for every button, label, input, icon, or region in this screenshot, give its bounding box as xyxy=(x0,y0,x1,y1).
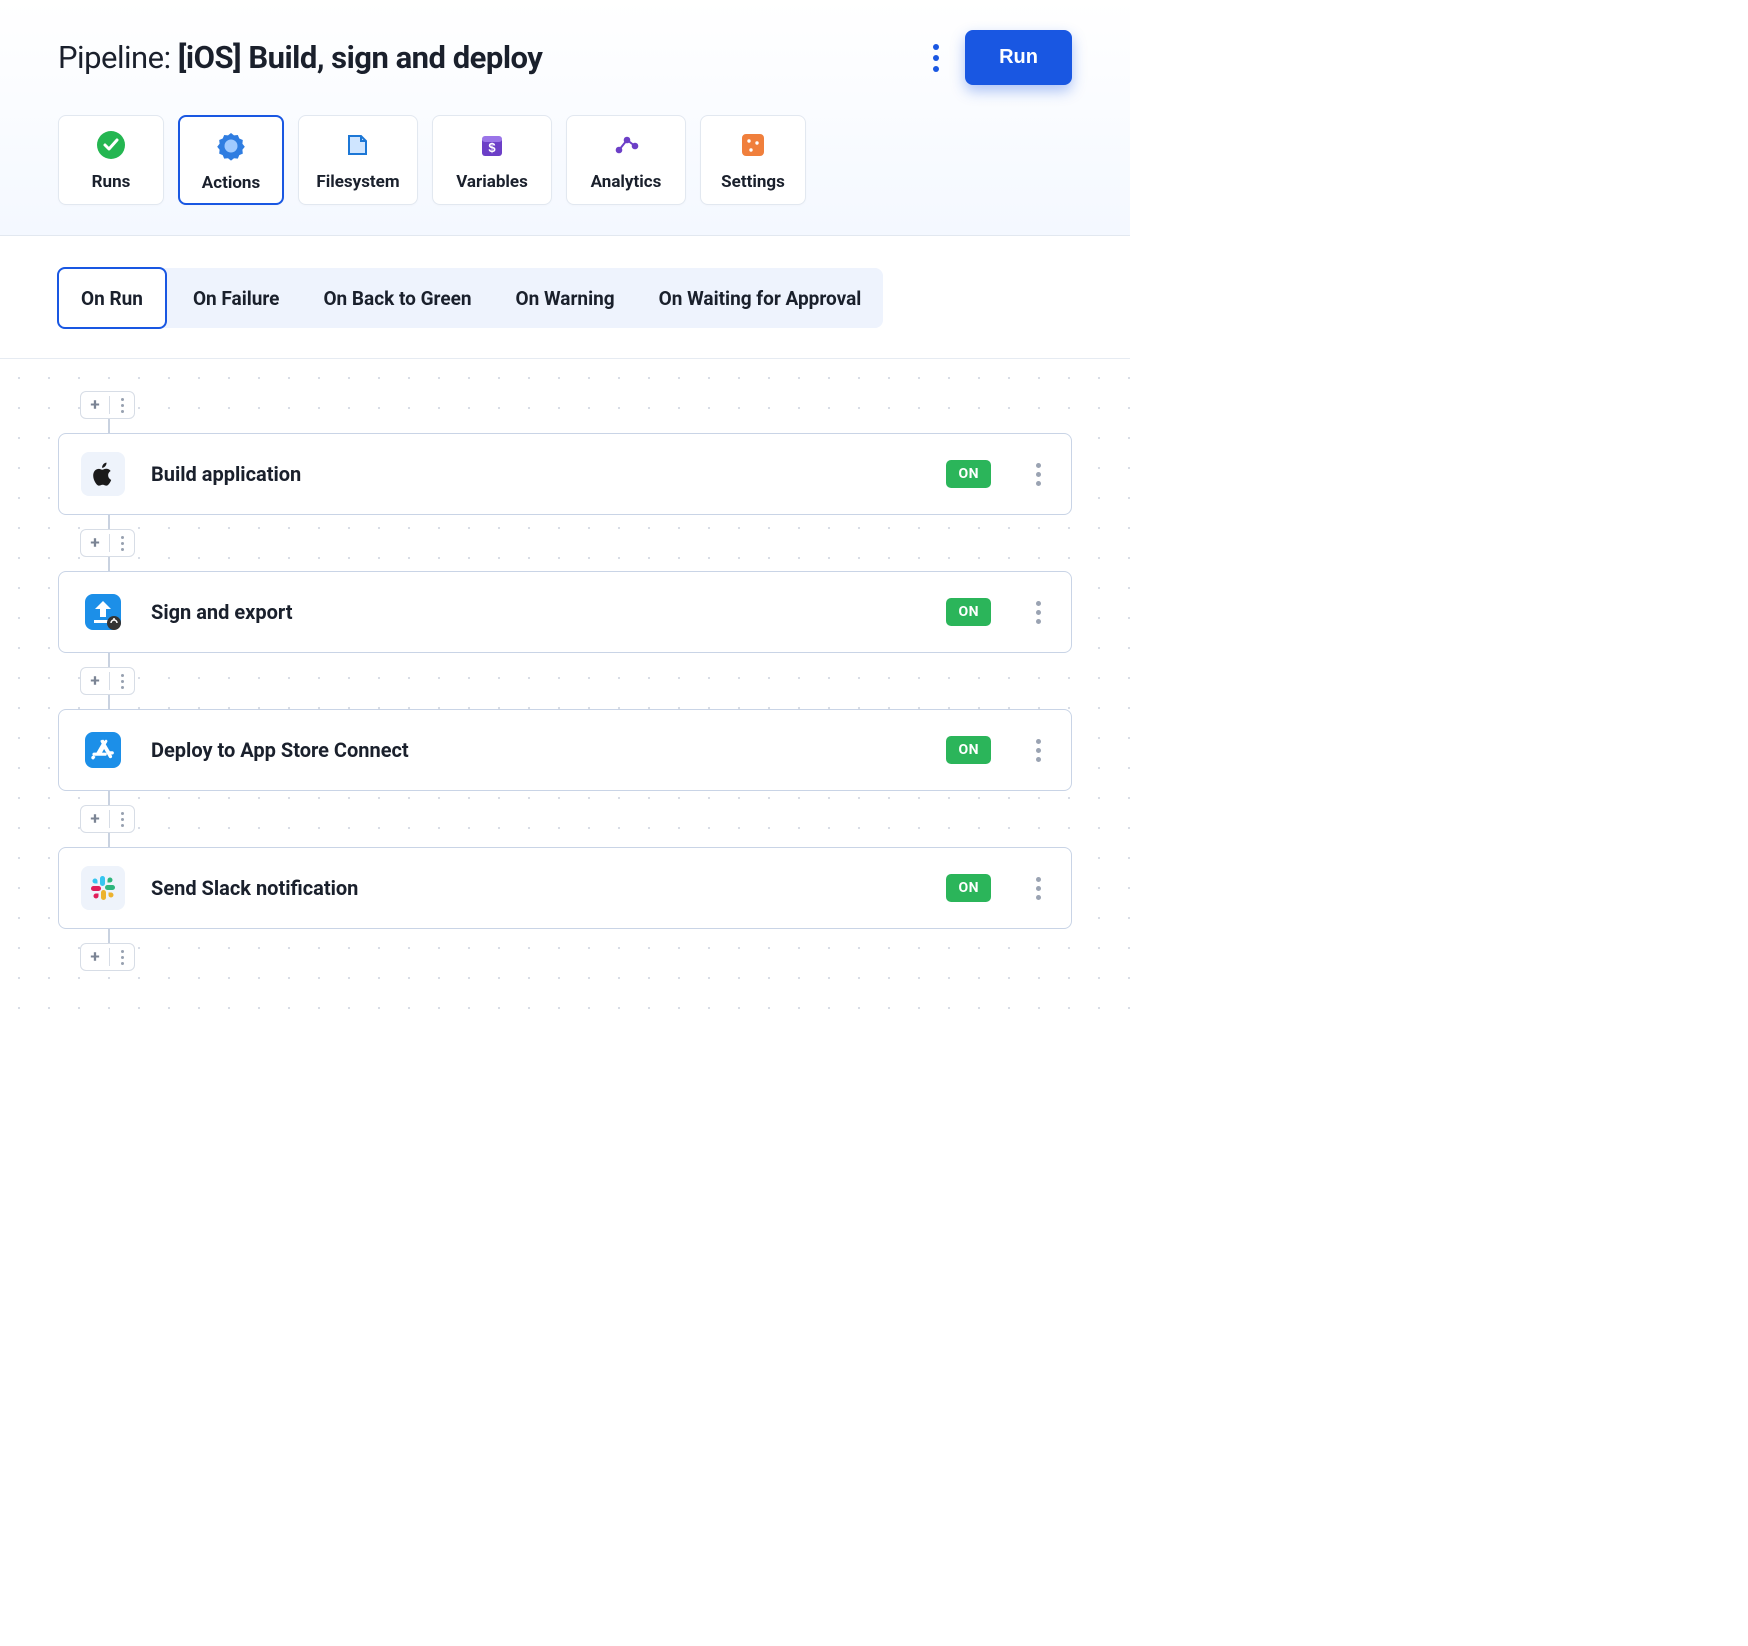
pipeline-more-menu[interactable] xyxy=(927,41,945,75)
plus-icon: + xyxy=(81,671,109,691)
nav-label: Settings xyxy=(721,172,785,192)
action-more-menu[interactable] xyxy=(1027,877,1049,900)
status-badge: ON xyxy=(946,460,991,488)
variables-icon: $ xyxy=(477,130,507,160)
nav-cards: Runs Actions Filesystem $ Variables xyxy=(58,115,1072,235)
add-action-chip[interactable]: + xyxy=(80,943,135,971)
subtab-on-warning[interactable]: On Warning xyxy=(494,268,637,328)
action-more-menu[interactable] xyxy=(1027,463,1049,486)
nav-label: Variables xyxy=(456,172,528,192)
appstore-icon xyxy=(81,728,125,772)
title-prefix: Pipeline: xyxy=(58,39,178,76)
nav-actions[interactable]: Actions xyxy=(178,115,284,205)
folder-file-icon xyxy=(343,130,373,160)
settings-tile-icon xyxy=(738,130,768,160)
actions-canvas: + Build application ON + Sign and exp xyxy=(0,358,1130,1011)
slack-icon xyxy=(81,866,125,910)
action-more-menu[interactable] xyxy=(1027,601,1049,624)
subtab-on-failure[interactable]: On Failure xyxy=(171,268,302,328)
plus-icon: + xyxy=(81,947,109,967)
svg-text:$: $ xyxy=(488,140,496,155)
apple-build-icon xyxy=(81,452,125,496)
subtabs: On Run On Failure On Back to Green On Wa… xyxy=(58,268,883,328)
nav-label: Runs xyxy=(92,172,131,192)
action-card[interactable]: Build application ON xyxy=(58,433,1072,515)
nav-variables[interactable]: $ Variables xyxy=(432,115,552,205)
nav-label: Actions xyxy=(202,173,260,193)
action-label: Send Slack notification xyxy=(151,876,920,900)
plus-icon: + xyxy=(81,395,109,415)
action-label: Build application xyxy=(151,462,920,486)
add-action-chip[interactable]: + xyxy=(80,529,135,557)
run-button[interactable]: Run xyxy=(965,30,1072,85)
more-dots-icon xyxy=(110,536,134,551)
action-card[interactable]: Send Slack notification ON xyxy=(58,847,1072,929)
action-more-menu[interactable] xyxy=(1027,739,1049,762)
check-circle-icon xyxy=(96,130,126,160)
subtab-on-waiting[interactable]: On Waiting for Approval xyxy=(637,268,884,328)
status-badge: ON xyxy=(946,736,991,764)
more-dots-icon xyxy=(110,950,134,965)
nav-label: Analytics xyxy=(591,172,662,192)
add-action-chip[interactable]: + xyxy=(80,391,135,419)
action-label: Deploy to App Store Connect xyxy=(151,738,920,762)
status-badge: ON xyxy=(946,598,991,626)
subtab-on-run[interactable]: On Run xyxy=(57,267,167,329)
plus-icon: + xyxy=(81,533,109,553)
analytics-icon xyxy=(611,130,641,160)
plus-icon: + xyxy=(81,809,109,829)
nav-label: Filesystem xyxy=(316,172,399,192)
status-badge: ON xyxy=(946,874,991,902)
more-dots-icon xyxy=(110,398,134,413)
page-title: Pipeline: [iOS] Build, sign and deploy xyxy=(58,39,542,76)
subtab-on-back-to-green[interactable]: On Back to Green xyxy=(301,268,493,328)
more-dots-icon xyxy=(110,812,134,827)
title-main: [iOS] Build, sign and deploy xyxy=(178,39,543,76)
action-card[interactable]: Sign and export ON xyxy=(58,571,1072,653)
add-action-chip[interactable]: + xyxy=(80,805,135,833)
more-dots-icon xyxy=(110,674,134,689)
action-card[interactable]: Deploy to App Store Connect ON xyxy=(58,709,1072,791)
sign-export-icon xyxy=(81,590,125,634)
nav-filesystem[interactable]: Filesystem xyxy=(298,115,418,205)
nav-analytics[interactable]: Analytics xyxy=(566,115,686,205)
nav-settings[interactable]: Settings xyxy=(700,115,806,205)
gear-badge-icon xyxy=(216,131,246,161)
action-label: Sign and export xyxy=(151,600,920,624)
add-action-chip[interactable]: + xyxy=(80,667,135,695)
nav-runs[interactable]: Runs xyxy=(58,115,164,205)
